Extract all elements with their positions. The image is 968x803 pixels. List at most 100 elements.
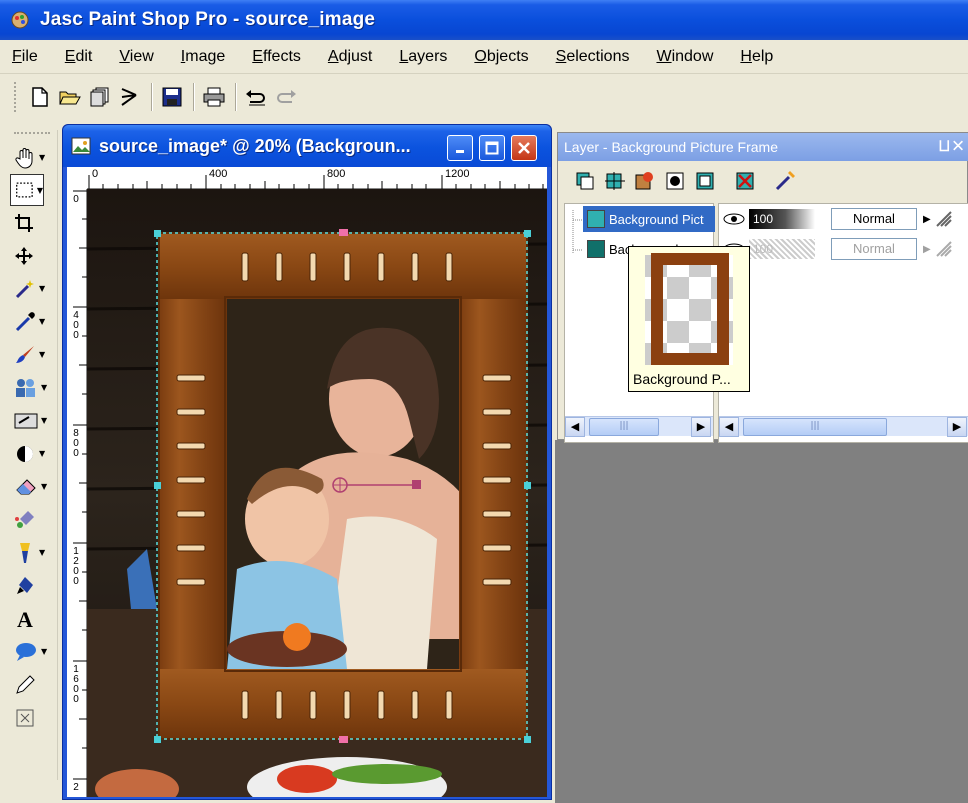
chevron-right-icon[interactable]: ▶ <box>923 244 931 255</box>
draw-tool[interactable] <box>10 668 52 701</box>
chevron-down-icon[interactable]: ▼ <box>39 284 45 293</box>
crop-tool[interactable] <box>10 206 52 239</box>
new-raster-layer-button[interactable] <box>570 167 600 195</box>
scroll-right-button[interactable]: ▶ <box>947 417 967 437</box>
selection-tool[interactable]: ▼ <box>10 174 44 206</box>
chevron-down-icon[interactable]: ▼ <box>41 416 47 425</box>
lock-transparency-icon[interactable] <box>935 210 953 228</box>
eraser-tool[interactable]: ▼ <box>10 470 52 503</box>
chevron-down-icon[interactable]: ▼ <box>37 186 43 195</box>
clone-tool[interactable]: ▼ <box>10 371 52 404</box>
chevron-down-icon[interactable]: ▼ <box>41 383 47 392</box>
tools-grip[interactable] <box>13 132 50 135</box>
menu-view-label: iew <box>129 47 154 65</box>
vertical-ruler[interactable]: 0 4 0 0 8 0 0 1 2 0 0 1 6 0 0 2 <box>67 189 87 797</box>
chevron-down-icon[interactable]: ▼ <box>39 153 45 162</box>
menu-window[interactable]: Window <box>656 48 713 66</box>
redo-button[interactable] <box>272 82 300 112</box>
image-canvas[interactable] <box>87 189 547 797</box>
dodge-tool[interactable]: ▼ <box>10 437 52 470</box>
document-titlebar[interactable]: source_image* @ 20% (Backgroun... <box>63 125 551 167</box>
document-window: source_image* @ 20% (Backgroun... 0 400 … <box>62 124 552 800</box>
flood-fill-tool[interactable]: ▼ <box>10 536 52 569</box>
ruler-ticks <box>73 190 87 780</box>
scrollbar-thumb[interactable]: ||| <box>589 418 659 436</box>
text-tool[interactable]: A <box>10 602 52 635</box>
scroll-left-button[interactable]: ◀ <box>719 417 739 437</box>
layers-palette-titlebar[interactable]: Layer - Background Picture Frame ⨆ ✕ <box>558 133 968 161</box>
close-button[interactable] <box>511 135 537 161</box>
scratch-remover-tool[interactable]: ▼ <box>10 404 52 437</box>
minimize-icon <box>456 150 464 153</box>
pencil-icon <box>16 674 35 694</box>
blend-mode-dropdown[interactable]: Normal <box>831 238 917 260</box>
dropper-tool[interactable]: ▼ <box>10 305 52 338</box>
raster-layer-icon <box>587 240 605 258</box>
chevron-down-icon[interactable]: ▼ <box>39 317 45 326</box>
chevron-down-icon[interactable]: ▼ <box>41 482 47 491</box>
blend-mode-dropdown[interactable]: Normal <box>831 208 917 230</box>
edit-selection-button[interactable] <box>770 167 800 195</box>
chevron-right-icon[interactable]: ▶ <box>923 214 931 225</box>
adjustment-layer-icon <box>696 172 714 190</box>
maximize-button[interactable] <box>479 135 505 161</box>
app-titlebar[interactable]: Jasc Paint Shop Pro - source_image <box>0 0 968 40</box>
lock-transparency-icon[interactable] <box>935 240 953 258</box>
object-selector-tool[interactable] <box>10 701 52 734</box>
menu-file[interactable]: File <box>12 48 38 66</box>
chevron-down-icon[interactable]: ▼ <box>39 548 45 557</box>
opacity-slider[interactable]: 100 <box>749 209 815 229</box>
scrollbar-thumb[interactable]: ||| <box>743 418 887 436</box>
art-media-layer-icon <box>635 172 653 190</box>
menu-adjust[interactable]: Adjust <box>328 48 372 66</box>
document-title: source_image* @ 20% (Backgroun... <box>99 135 411 156</box>
paint-brush-tool[interactable]: ▼ <box>10 338 52 371</box>
layer-properties-scrollbar[interactable]: ◀ ||| ▶ <box>719 416 968 437</box>
delete-layer-button[interactable] <box>730 167 760 195</box>
new-adjustment-layer-button[interactable] <box>690 167 720 195</box>
move-tool[interactable] <box>10 239 52 272</box>
menu-layers-mnemonic: L <box>399 47 409 65</box>
mask-layer-icon <box>666 172 684 190</box>
chevron-down-icon[interactable]: ▼ <box>41 647 47 656</box>
menu-edit[interactable]: Edit <box>65 48 93 66</box>
new-vector-layer-button[interactable] <box>600 167 630 195</box>
new-art-media-layer-button[interactable] <box>630 167 660 195</box>
menu-view[interactable]: View <box>119 48 153 66</box>
save-button[interactable] <box>158 82 186 112</box>
opacity-slider[interactable]: 100 <box>749 239 815 259</box>
layers-tree-scrollbar[interactable]: ◀ ||| ▶ <box>565 416 713 437</box>
undo-button[interactable] <box>242 82 270 112</box>
print-button[interactable] <box>200 82 228 112</box>
preset-shape-tool[interactable]: ▼ <box>10 635 52 668</box>
menu-effects[interactable]: Effects <box>252 48 301 66</box>
chevron-down-icon[interactable]: ▼ <box>39 449 45 458</box>
pin-close-icon[interactable]: ⨆ ✕ <box>939 138 963 154</box>
horizontal-ruler[interactable]: 0 400 800 1200 <box>87 167 547 189</box>
pan-tool[interactable]: ▼ <box>10 141 52 174</box>
menu-selections[interactable]: Selections <box>556 48 630 66</box>
scan-button[interactable] <box>116 82 144 112</box>
new-mask-layer-button[interactable] <box>660 167 690 195</box>
browse-button[interactable] <box>86 82 114 112</box>
scroll-right-button[interactable]: ▶ <box>691 417 711 437</box>
chevron-down-icon[interactable]: ▼ <box>39 350 45 359</box>
photo-with-frame <box>87 189 547 797</box>
eye-icon[interactable] <box>723 212 745 226</box>
minimize-button[interactable] <box>447 135 473 161</box>
menu-objects[interactable]: Objects <box>474 48 528 66</box>
picture-tube-tool[interactable] <box>10 503 52 536</box>
menu-help[interactable]: Help <box>740 48 773 66</box>
pen-tool[interactable] <box>10 569 52 602</box>
toolbar-grip[interactable] <box>14 82 18 112</box>
scroll-left-button[interactable]: ◀ <box>565 417 585 437</box>
open-button[interactable] <box>56 82 84 112</box>
menu-layers[interactable]: Layers <box>399 48 447 66</box>
menu-window-label: indow <box>671 47 714 65</box>
layer-props-row: 100 Normal ▶ <box>719 236 968 262</box>
new-button[interactable] <box>26 82 54 112</box>
magic-wand-tool[interactable]: ▼ <box>10 272 52 305</box>
layer-row-background-picture-frame[interactable]: Background Pict <box>583 206 715 232</box>
save-disk-icon <box>162 87 182 107</box>
menu-image[interactable]: Image <box>181 48 225 66</box>
